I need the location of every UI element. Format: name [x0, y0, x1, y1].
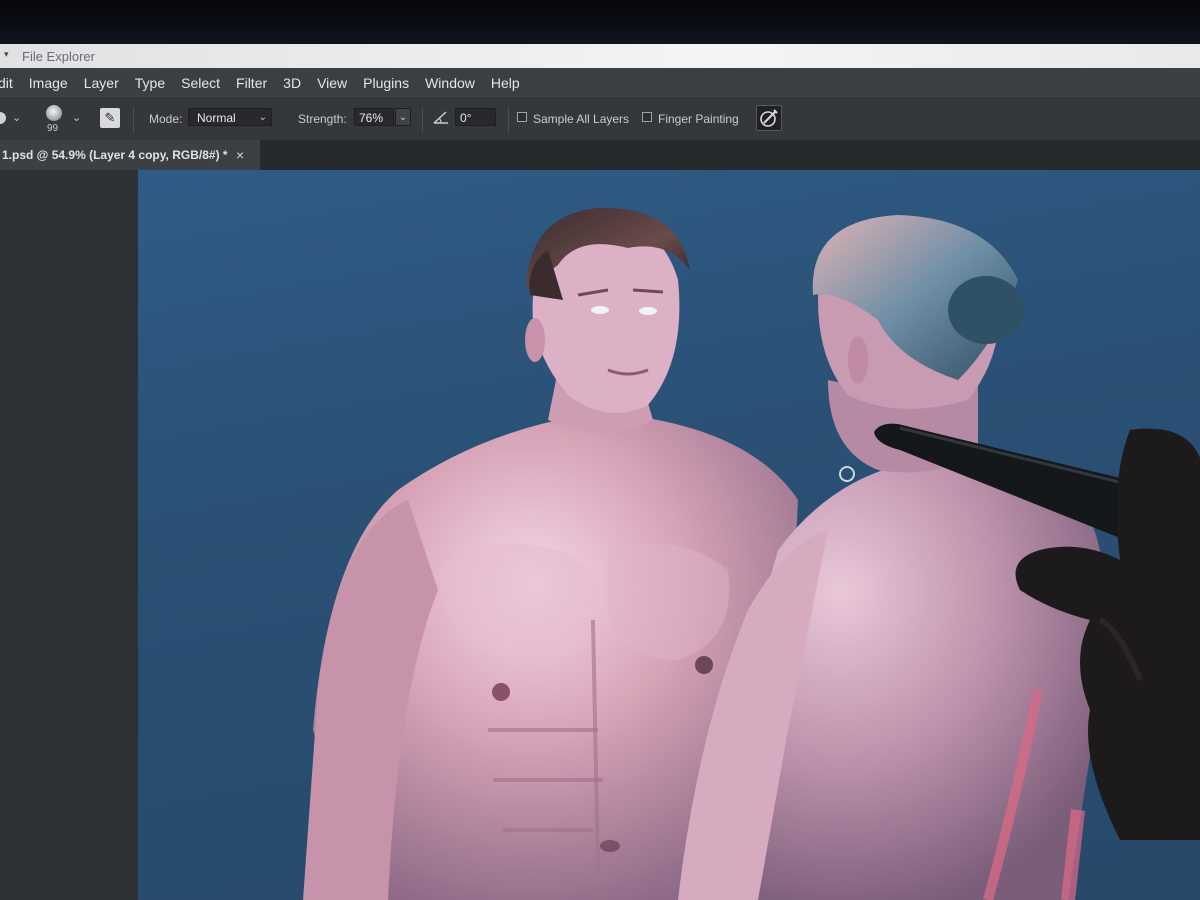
window-title: File Explorer [22, 49, 95, 64]
menu-3d[interactable]: 3D [275, 68, 309, 98]
monitor-bezel [0, 0, 1200, 46]
brush-cursor-icon [839, 466, 855, 482]
angle-icon [433, 111, 448, 124]
strength-input[interactable]: 76% [354, 108, 394, 126]
document-tab[interactable]: 1.psd @ 54.9% (Layer 4 copy, RGB/8#) * × [0, 140, 260, 170]
menu-select[interactable]: Select [173, 68, 228, 98]
tool-preset-icon[interactable] [0, 112, 6, 124]
pressure-strength-button[interactable] [756, 105, 782, 131]
divider [508, 107, 509, 133]
divider [422, 107, 423, 133]
menu-bar: dit Image Layer Type Select Filter 3D Vi… [0, 68, 1200, 98]
menu-window[interactable]: Window [417, 68, 483, 98]
mode-label: Mode: [149, 112, 183, 126]
hand-silhouette [1015, 428, 1200, 840]
finger-painting-label[interactable]: Finger Painting [658, 112, 739, 126]
mode-select[interactable]: Normal ⌄ [188, 108, 272, 126]
menu-image[interactable]: Image [21, 68, 76, 98]
menu-layer[interactable]: Layer [76, 68, 127, 98]
menu-help[interactable]: Help [483, 68, 528, 98]
menu-view[interactable]: View [309, 68, 355, 98]
menu-filter[interactable]: Filter [228, 68, 275, 98]
tool-options-bar: ⌄ 99 ⌄ ✎ Mode: Normal ⌄ Strength: 76% ⌄ … [0, 98, 1200, 142]
angle-input[interactable]: 0° [455, 108, 496, 126]
strength-label: Strength: [298, 112, 347, 126]
finger-painting-checkbox[interactable] [642, 112, 652, 122]
strength-dropdown-icon[interactable]: ⌄ [395, 108, 411, 126]
document-tab-label: 1.psd @ 54.9% (Layer 4 copy, RGB/8#) * [2, 148, 228, 162]
sample-all-layers-checkbox[interactable] [517, 112, 527, 122]
sample-all-layers-label[interactable]: Sample All Layers [533, 112, 629, 126]
menu-edit[interactable]: dit [0, 68, 21, 98]
mode-value: Normal [197, 111, 236, 125]
pressure-strength-icon [760, 109, 778, 127]
brush-settings-icon[interactable]: ✎ [100, 108, 120, 128]
brush-picker-chevron-icon[interactable]: ⌄ [72, 111, 81, 124]
close-icon[interactable]: × [236, 140, 244, 170]
divider [133, 107, 134, 133]
menu-plugins[interactable]: Plugins [355, 68, 417, 98]
brush-size: 99 [47, 123, 59, 134]
title-bar: ▾ File Explorer [0, 44, 1200, 68]
tool-preset-chevron-icon[interactable]: ⌄ [12, 111, 21, 124]
system-menu-icon[interactable]: ▾ [4, 49, 9, 60]
chevron-down-icon: ⌄ [258, 112, 267, 123]
menu-type[interactable]: Type [127, 68, 173, 98]
document-tab-bar: 1.psd @ 54.9% (Layer 4 copy, RGB/8#) * × [0, 140, 1200, 170]
brush-preview-icon[interactable] [46, 105, 62, 121]
